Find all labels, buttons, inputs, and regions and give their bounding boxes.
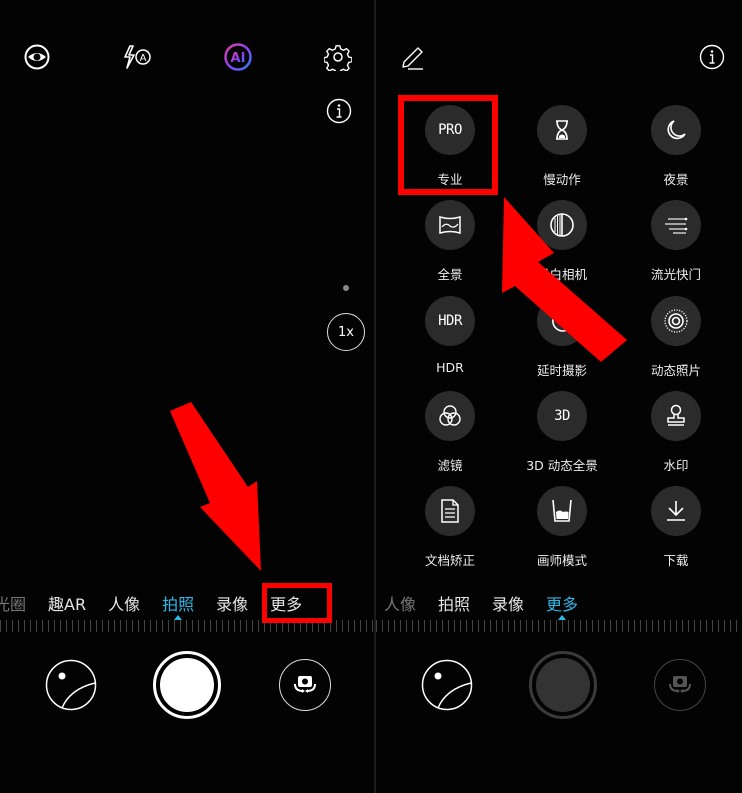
mode-portrait[interactable]: 人像 <box>384 591 416 615</box>
download-icon <box>651 486 701 536</box>
mode-grid-item[interactable]: 下载 <box>621 486 731 569</box>
mode-grid-label: 滤镜 <box>437 458 463 473</box>
red-arrow-down-icon <box>170 402 261 571</box>
switch-camera-button-disabled[interactable] <box>654 659 706 711</box>
camera-more-modes-screen: PRO 专业 慢动作 夜景 全景 黑白相机 流光快门 HDR HDR 延时摄影 动态照片 滤镜 3D 3D… <box>376 0 742 793</box>
gallery-icon <box>45 659 97 711</box>
mode-grid-item[interactable]: 画师模式 <box>507 486 617 569</box>
mode-grid-item[interactable]: 文档矫正 <box>395 486 505 569</box>
red-arrow-up-left-icon <box>502 197 627 362</box>
mode-grid-item[interactable]: 水印 <box>621 391 731 474</box>
mode-grid-label: 文档矫正 <box>424 553 475 568</box>
switch-camera-icon <box>669 676 691 693</box>
camera-photo-screen: A AI 1x 光圈 趣AR 人像 拍照 录像 更多 <box>0 0 374 793</box>
gallery-thumbnail-button[interactable] <box>45 659 97 711</box>
gallery-thumbnail-button[interactable] <box>421 659 473 711</box>
mode-grid-item[interactable]: 滤镜 <box>395 391 505 474</box>
mode-grid-label: 3D 动态全景 <box>526 458 598 473</box>
switch-camera-button[interactable] <box>279 659 331 711</box>
document-icon <box>425 486 475 536</box>
mode-more[interactable]: 更多 <box>546 591 578 620</box>
mode-grid-label: 画师模式 <box>536 553 587 568</box>
mode-scroll-ruler[interactable] <box>376 620 742 632</box>
shutter-button[interactable] <box>153 651 221 719</box>
icon-glyph-text: 3D <box>554 408 570 424</box>
gallery-icon <box>421 659 473 711</box>
mode-grid-item[interactable]: 3D 3D 动态全景 <box>507 391 617 474</box>
mode-grid-label: 水印 <box>663 458 689 473</box>
shutter-button-disabled[interactable] <box>529 651 597 719</box>
artist-cup-icon <box>537 486 587 536</box>
switch-camera-icon <box>294 676 316 693</box>
mode-video[interactable]: 录像 <box>492 591 524 615</box>
mode-grid-label: 下载 <box>663 553 689 568</box>
mode-photo[interactable]: 拍照 <box>438 591 470 615</box>
camera-mode-selector[interactable]: 人像 拍照 录像 更多 <box>384 590 600 620</box>
